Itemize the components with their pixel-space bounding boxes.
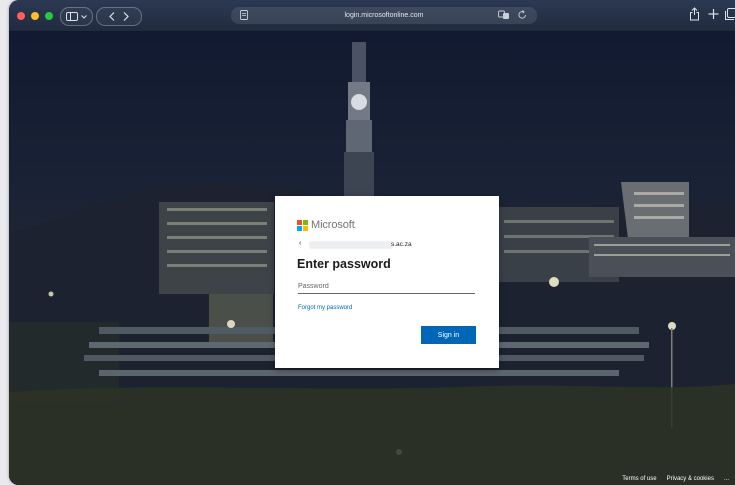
reload-icon[interactable] [518,10,527,20]
telecom-tower [344,42,374,202]
minimize-window-button[interactable] [31,12,39,20]
browser-window: login.microsoftonline.com Microsoft ‹ s.… [9,0,735,485]
navigation-buttons [96,7,142,26]
forgot-password-link[interactable]: Forgot my password [298,305,352,311]
login-page-background: Microsoft ‹ s.ac.za Enter password Forgo… [9,32,735,485]
forward-icon[interactable] [123,12,129,21]
sign-in-button[interactable]: Sign in [421,326,476,344]
page-title: Enter password [297,257,391,271]
sidebar-icon [66,12,78,21]
address-bar[interactable]: login.microsoftonline.com [231,7,537,24]
logo-square-blue [297,225,302,231]
signin-card: Microsoft ‹ s.ac.za Enter password Forgo… [275,196,499,368]
sidebar-toggle-button[interactable] [60,7,93,26]
logo-square-red [297,219,302,225]
translate-icon[interactable] [498,10,510,20]
back-icon[interactable] [109,12,115,21]
back-arrow-icon[interactable]: ‹ [299,240,301,247]
zoom-window-button[interactable] [45,12,53,20]
close-window-button[interactable] [17,12,25,20]
logo-square-green [303,219,308,225]
share-icon[interactable] [689,7,700,21]
page-icon [240,10,248,20]
password-input[interactable] [298,280,475,294]
footer-links: Terms of use Privacy & cookies ... [622,476,729,482]
more-options-link[interactable]: ... [724,476,729,482]
chevron-down-icon [81,14,87,19]
plus-icon[interactable] [708,7,719,21]
logo-square-yellow [303,225,308,231]
microsoft-logo-icon [297,219,308,231]
account-email-suffix: s.ac.za [391,241,412,248]
terms-of-use-link[interactable]: Terms of use [622,476,656,482]
brand-name: Microsoft [311,219,355,231]
redacted-email [309,241,393,249]
account-identity: ‹ s.ac.za [297,240,477,251]
tabs-icon[interactable] [725,7,735,21]
microsoft-logo: Microsoft [297,219,355,231]
address-url: login.microsoftonline.com [344,12,424,19]
browser-toolbar: login.microsoftonline.com [9,0,735,32]
privacy-cookies-link[interactable]: Privacy & cookies [667,476,714,482]
